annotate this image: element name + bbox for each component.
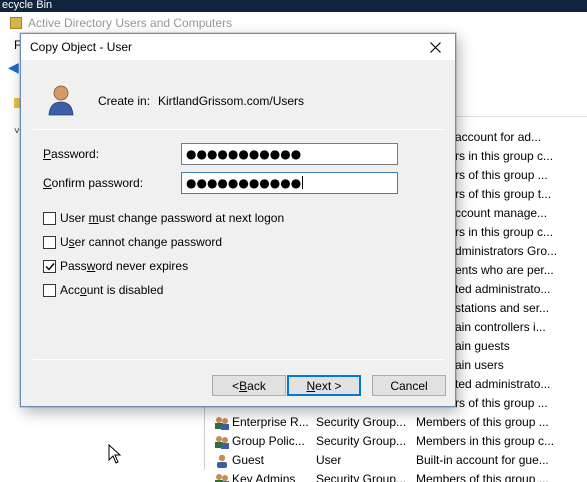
divider bbox=[33, 359, 445, 360]
close-icon bbox=[429, 41, 441, 53]
list-item[interactable]: Key Admins Security Group... Members of … bbox=[206, 470, 587, 482]
copy-object-dialog: Copy Object - User Create in: KirtlandGr… bbox=[20, 33, 456, 407]
list-item-description[interactable]: stations and ser... bbox=[455, 299, 587, 318]
recycle-bin-label[interactable]: ecycle Bin bbox=[0, 0, 587, 12]
close-button[interactable] bbox=[415, 34, 455, 60]
create-in-label: Create in: bbox=[98, 94, 151, 108]
group-icon bbox=[215, 436, 229, 449]
aduc-titlebar: Active Directory Users and Computers bbox=[10, 14, 310, 32]
list-item[interactable]: Group Polic... Security Group... Members… bbox=[206, 432, 587, 451]
dialog-title: Copy Object - User bbox=[30, 40, 133, 54]
screen: ecycle Bin Active Directory Users and Co… bbox=[0, 0, 587, 482]
list-item-description[interactable]: ain guests bbox=[455, 337, 587, 356]
list-item-description[interactable]: rs of this group t... bbox=[455, 185, 587, 204]
row-desc: Members of this group ... bbox=[416, 415, 549, 429]
row-type: Security Group... bbox=[316, 434, 407, 448]
row-desc: Members in this group c... bbox=[416, 434, 555, 448]
cancel-button[interactable]: Cancel bbox=[372, 375, 446, 396]
list-item-description[interactable]: ccount manage... bbox=[455, 204, 587, 223]
list-item-description[interactable]: rs in this group c... bbox=[455, 147, 587, 166]
option-cannot-change-password[interactable]: User cannot change password bbox=[43, 234, 222, 250]
list-item-description[interactable]: rs of this group ... bbox=[455, 166, 587, 185]
user-icon bbox=[217, 454, 227, 468]
checkmark-icon bbox=[45, 262, 55, 271]
list-item-description[interactable]: rs of this group ... bbox=[455, 394, 587, 413]
checkbox[interactable] bbox=[43, 283, 56, 297]
option-label: User must change password at next logon bbox=[60, 211, 285, 225]
option-password-never-expires[interactable]: Password never expires bbox=[43, 258, 188, 274]
list-item-description[interactable]: ain controllers i... bbox=[455, 318, 587, 337]
dialog-titlebar[interactable]: Copy Object - User bbox=[21, 34, 455, 60]
confirm-password-label: Confirm password: bbox=[43, 176, 144, 190]
password-label: Password: bbox=[43, 147, 100, 161]
list-item-description[interactable]: dministrators Gro... bbox=[455, 242, 587, 261]
list-item-description[interactable]: ted administrato... bbox=[455, 375, 587, 394]
row-desc: Members of this group ... bbox=[416, 472, 549, 482]
row-name: Enterprise R... bbox=[232, 415, 309, 429]
create-in-value: KirtlandGrissom.com/Users bbox=[158, 94, 305, 108]
back-button[interactable]: < Back bbox=[212, 375, 286, 396]
row-type: Security Group... bbox=[316, 415, 407, 429]
list-item[interactable]: Guest User Built-in account for gue... bbox=[206, 451, 587, 470]
confirm-password-input[interactable]: ●●●●●●●●●●● bbox=[181, 172, 398, 194]
user-avatar-icon bbox=[48, 85, 74, 116]
row-name: Group Polic... bbox=[232, 434, 305, 448]
divider bbox=[33, 129, 445, 130]
row-name: Key Admins bbox=[232, 472, 296, 482]
row-type: Security Group... bbox=[316, 472, 407, 482]
aduc-title: Active Directory Users and Computers bbox=[28, 16, 233, 30]
checkbox-checked[interactable] bbox=[43, 259, 56, 273]
option-label: User cannot change password bbox=[60, 235, 223, 249]
list-item-description[interactable]: ain users bbox=[455, 356, 587, 375]
list-item-description[interactable]: account for ad... bbox=[455, 128, 587, 147]
option-label: Account is disabled bbox=[60, 283, 164, 297]
group-icon bbox=[215, 474, 229, 482]
option-label: Password never expires bbox=[60, 259, 189, 273]
text-caret bbox=[302, 176, 304, 189]
option-must-change-password[interactable]: User must change password at next logon bbox=[43, 210, 284, 226]
list-item-description[interactable]: rs in this group c... bbox=[455, 223, 587, 242]
row-desc: Built-in account for gue... bbox=[416, 453, 549, 467]
checkbox[interactable] bbox=[43, 235, 56, 249]
option-account-disabled[interactable]: Account is disabled bbox=[43, 282, 163, 298]
checkbox[interactable] bbox=[43, 211, 56, 225]
group-icon bbox=[215, 417, 229, 430]
list-item-description[interactable]: ents who are per... bbox=[455, 261, 587, 280]
row-name: Guest bbox=[232, 453, 265, 467]
list-item[interactable]: Enterprise R... Security Group... Member… bbox=[206, 413, 587, 432]
next-button[interactable]: Next > bbox=[287, 375, 361, 396]
list-item-description[interactable]: ted administrato... bbox=[455, 280, 587, 299]
row-type: User bbox=[316, 453, 342, 467]
aduc-app-icon bbox=[10, 17, 22, 29]
chevron-down-icon[interactable]: ˅ bbox=[14, 126, 20, 137]
mouse-cursor-icon bbox=[108, 444, 122, 464]
password-input[interactable]: ●●●●●●●●●●● bbox=[181, 143, 398, 165]
